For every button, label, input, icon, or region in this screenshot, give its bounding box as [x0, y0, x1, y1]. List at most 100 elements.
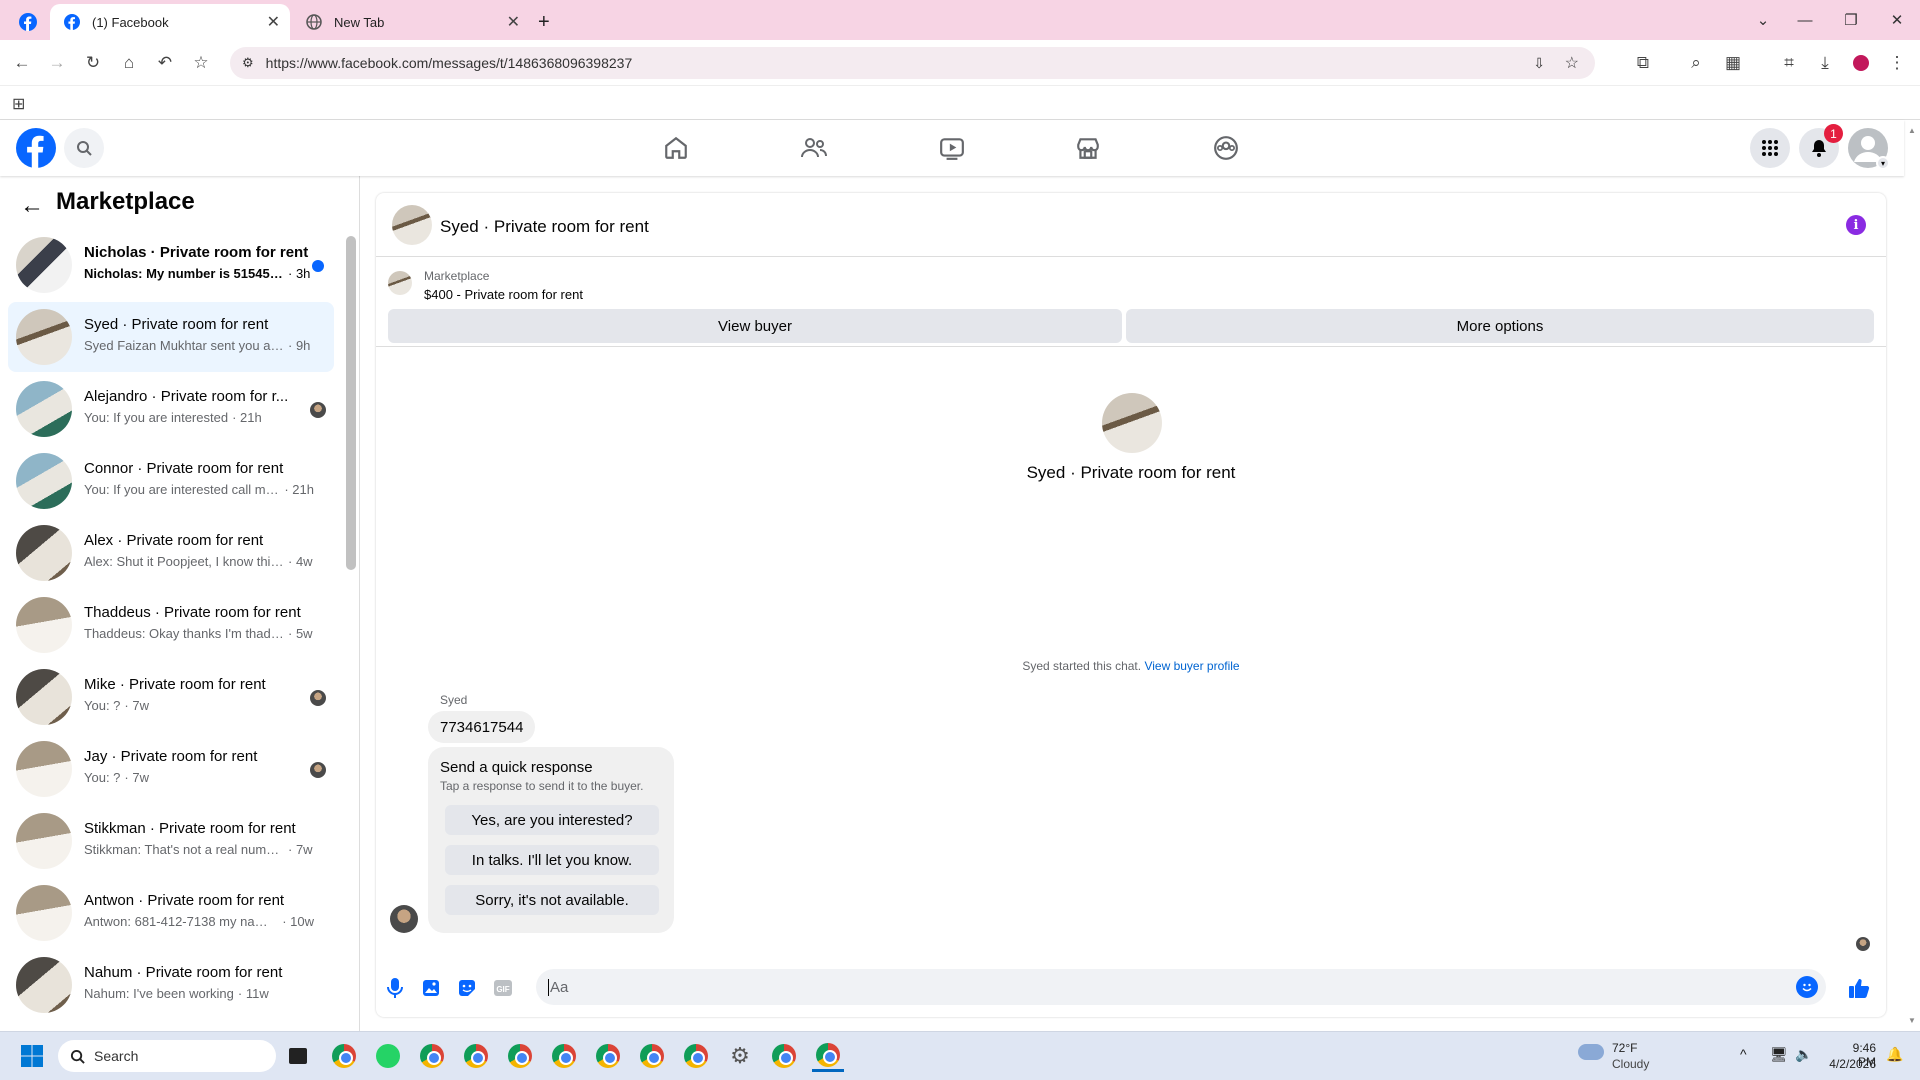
microphone-icon[interactable] [384, 977, 406, 999]
taskbar-app[interactable] [372, 1040, 404, 1072]
account-button[interactable]: ▾ [1848, 128, 1890, 170]
conversation-item[interactable]: Stikkman · Private room for rent Stikkma… [8, 806, 334, 876]
nav-friends[interactable] [798, 132, 830, 164]
gif-icon[interactable]: GIF [492, 977, 514, 999]
conversation-item[interactable]: Thaddeus · Private room for rent Thaddeu… [8, 590, 334, 660]
restore-button[interactable]: ❐ [1828, 0, 1874, 40]
volume-icon[interactable]: 🔈 [1795, 1046, 1812, 1063]
extensions-button[interactable]: ⧉ [1628, 48, 1658, 78]
zoom-button[interactable]: ⌕ [1681, 48, 1711, 78]
nav-video[interactable] [936, 132, 968, 164]
clock-date[interactable]: 4/2/2026 [1822, 1057, 1876, 1071]
conversation-item[interactable]: Jay · Private room for rent You: ? · 7w [8, 734, 334, 804]
profile-button[interactable] [1846, 48, 1876, 78]
bookmarks-button[interactable]: ☆ [186, 48, 216, 78]
page-scrollbar[interactable]: ▲ ▼ [1904, 120, 1920, 1031]
sidebar-scrollbar[interactable] [346, 236, 356, 570]
like-icon[interactable] [1846, 975, 1872, 1001]
close-tab-icon[interactable]: ✕ [267, 12, 280, 32]
nav-marketplace[interactable] [1072, 132, 1104, 164]
scroll-down-icon[interactable]: ▼ [1908, 1016, 1916, 1025]
apps-grid-icon[interactable]: ⊞ [12, 94, 25, 114]
quick-response-button[interactable]: Yes, are you interested? [445, 805, 659, 835]
downloads-button[interactable]: ⤓ [1810, 48, 1840, 78]
view-buyer-profile-link[interactable]: View buyer profile [1144, 659, 1239, 673]
start-button[interactable] [16, 1040, 48, 1072]
taskbar-search[interactable]: Search [58, 1040, 276, 1072]
listing-title[interactable]: $400 - Private room for rent [424, 287, 583, 302]
view-buyer-button[interactable]: View buyer [388, 309, 1122, 343]
qr-button[interactable]: ▦ [1718, 48, 1748, 78]
notification-bell-icon[interactable]: 🔔 [1886, 1046, 1903, 1063]
tab-search-button[interactable] [14, 4, 42, 40]
tab-new-tab[interactable]: New Tab ✕ [294, 4, 530, 40]
taskbar-app[interactable] [460, 1040, 492, 1072]
taskbar-app[interactable] [768, 1040, 800, 1072]
emoji-icon[interactable] [1796, 976, 1818, 998]
taskbar-app[interactable]: ⚙ [724, 1040, 756, 1072]
home-button[interactable]: ⌂ [114, 48, 144, 78]
taskbar-app[interactable] [416, 1040, 448, 1072]
photo-icon[interactable] [420, 977, 442, 999]
taskbar-app[interactable] [504, 1040, 536, 1072]
conversation-item[interactable]: Antwon · Private room for rent Antwon: 6… [8, 878, 334, 948]
scroll-up-icon[interactable]: ▲ [1908, 126, 1916, 135]
conversation-item[interactable]: Nahum · Private room for rent Nahum: I'v… [8, 950, 334, 1020]
minimize-button[interactable]: — [1782, 0, 1828, 40]
profile-avatar[interactable] [1102, 393, 1162, 453]
tab-list-button[interactable]: ⌄ [1740, 0, 1786, 40]
message-input[interactable]: Aa [536, 969, 1826, 1005]
address-bar[interactable]: ⚙ https://www.facebook.com/messages/t/14… [230, 47, 1595, 79]
crop-button[interactable]: ⌗ [1774, 48, 1804, 78]
chat-avatar[interactable] [392, 205, 432, 245]
conversation-preview: You: If you are interested call me ... [84, 482, 281, 497]
taskbar-app[interactable] [636, 1040, 668, 1072]
conversation-item-selected[interactable]: Syed · Private room for rent Syed Faizan… [8, 302, 334, 372]
notifications-button[interactable]: 1 [1799, 124, 1843, 168]
taskbar-app[interactable] [328, 1040, 360, 1072]
taskbar-app-active[interactable] [812, 1040, 844, 1072]
url-text[interactable]: https://www.facebook.com/messages/t/1486… [266, 55, 633, 71]
nav-home[interactable] [660, 132, 692, 164]
back-arrow-icon[interactable]: ← [20, 192, 44, 220]
menu-grid-button[interactable] [1750, 128, 1790, 168]
conversation-item[interactable]: Connor · Private room for rent You: If y… [8, 446, 334, 516]
quick-response-button[interactable]: In talks. I'll let you know. [445, 845, 659, 875]
sticker-icon[interactable] [456, 977, 478, 999]
chat-title[interactable]: Syed · Private room for rent [440, 217, 649, 237]
task-view-button[interactable] [282, 1040, 314, 1072]
more-options-button[interactable]: More options [1126, 309, 1874, 343]
sender-avatar[interactable] [390, 905, 418, 933]
back-button[interactable]: ← [7, 48, 37, 78]
undo-button[interactable]: ↶ [150, 48, 180, 78]
facebook-logo[interactable] [16, 128, 56, 168]
conversation-item[interactable]: Mike · Private room for rent You: ? · 7w [8, 662, 334, 732]
weather-temp[interactable]: 72°F [1612, 1041, 1637, 1055]
forward-button[interactable]: → [42, 48, 72, 78]
tray-overflow-icon[interactable]: ^ [1740, 1046, 1747, 1062]
taskbar-app[interactable] [592, 1040, 624, 1072]
search-button[interactable] [64, 128, 104, 168]
new-tab-button[interactable]: + [538, 4, 558, 40]
taskbar-app[interactable] [548, 1040, 580, 1072]
reload-button[interactable]: ↻ [78, 48, 108, 78]
quick-response-button[interactable]: Sorry, it's not available. [445, 885, 659, 915]
conversation-item[interactable]: Alex · Private room for rent Alex: Shut … [8, 518, 334, 588]
site-info-icon[interactable]: ⚙ [242, 55, 254, 71]
install-app-icon[interactable]: ⇩ [1533, 55, 1545, 72]
conversation-item[interactable]: Alejandro · Private room for r... You: I… [8, 374, 334, 444]
close-window-button[interactable]: ✕ [1874, 0, 1920, 40]
tab-facebook[interactable]: (1) Facebook ✕ [50, 4, 290, 40]
message-bubble[interactable]: 7734617544 [428, 711, 536, 743]
weather-desc[interactable]: Cloudy [1612, 1057, 1649, 1071]
conversation-time: · 11w [237, 986, 269, 1001]
nav-gaming[interactable] [1210, 132, 1242, 164]
info-icon[interactable]: i [1846, 215, 1866, 235]
close-tab-icon[interactable]: ✕ [507, 12, 520, 32]
network-icon[interactable]: 🖥 [1770, 1046, 1788, 1063]
conversation-item[interactable]: Nicholas · Private room for rent Nichola… [8, 230, 334, 300]
menu-button[interactable]: ⋮ [1882, 48, 1912, 78]
conversation-time: · 21h [284, 482, 314, 497]
taskbar-app[interactable] [680, 1040, 712, 1072]
bookmark-star-icon[interactable]: ☆ [1565, 53, 1579, 73]
